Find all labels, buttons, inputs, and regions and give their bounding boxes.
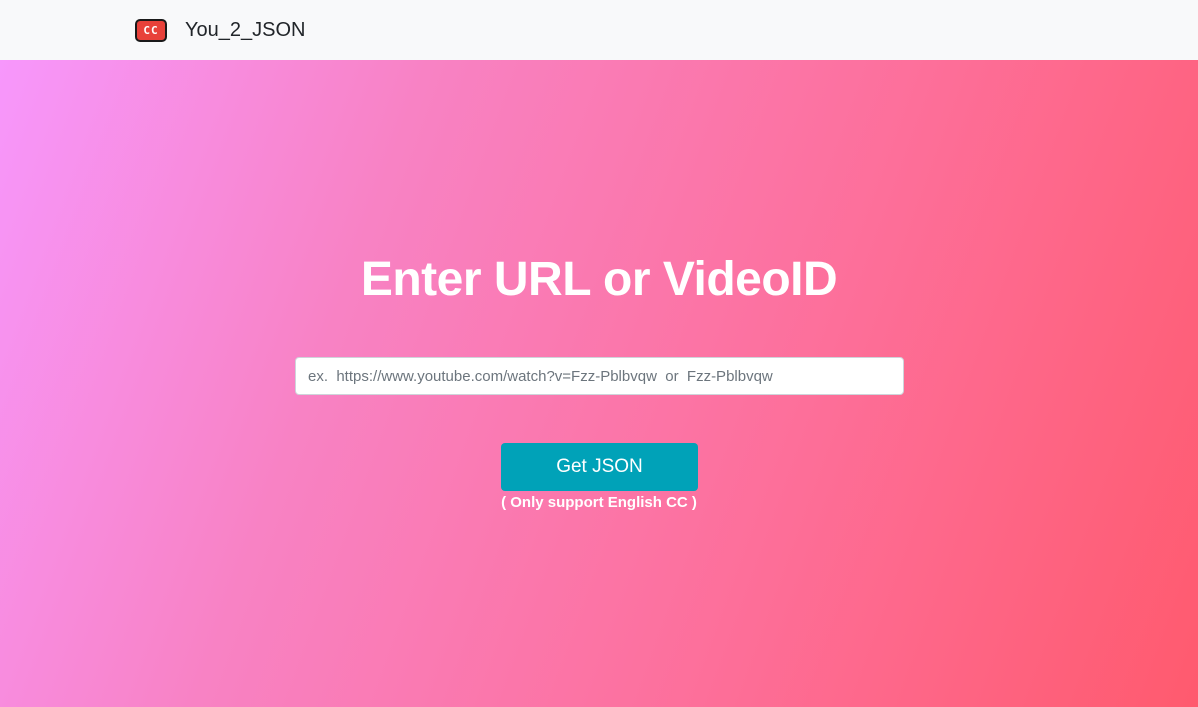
url-input[interactable]	[295, 357, 904, 395]
closed-caption-icon: CC	[135, 19, 167, 42]
navbar: CC You_2_JSON	[0, 0, 1198, 60]
brand-link[interactable]: CC You_2_JSON	[135, 19, 305, 42]
page-title: Enter URL or VideoID	[360, 253, 838, 306]
hero-section: Enter URL or VideoID Get JSON ( Only sup…	[0, 60, 1198, 707]
get-json-button[interactable]: Get JSON	[501, 443, 698, 491]
brand-name: You_2_JSON	[185, 19, 306, 41]
support-note: ( Only support English CC )	[501, 494, 697, 511]
